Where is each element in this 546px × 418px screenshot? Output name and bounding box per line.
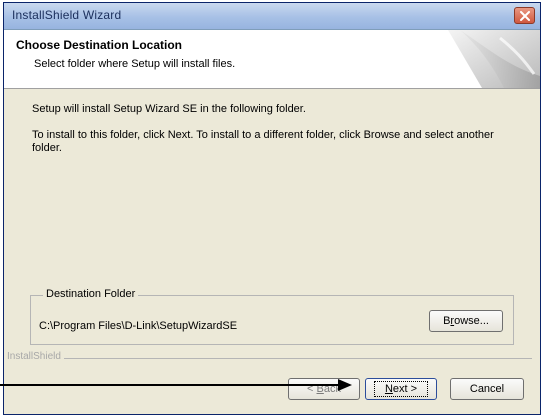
cancel-button[interactable]: Cancel: [450, 378, 524, 400]
installshield-brand: InstallShield: [7, 351, 64, 362]
wizard-content: Setup will install Setup Wizard SE in th…: [4, 89, 540, 345]
wizard-banner-graphic-icon: [448, 30, 540, 88]
destination-folder-group: Destination Folder C:\Program Files\D-Li…: [30, 288, 514, 345]
title-bar[interactable]: InstallShield Wizard: [4, 3, 540, 30]
pointer-arrow-icon: [0, 379, 352, 391]
close-button[interactable]: [514, 7, 535, 24]
next-mnemonic: N: [384, 383, 393, 395]
next-focus-rect: Next >: [373, 381, 429, 397]
instructions-text: To install to this folder, click Next. T…: [32, 129, 494, 154]
next-label-end: ext >: [392, 383, 418, 395]
window-title: InstallShield Wizard: [12, 8, 122, 22]
footer-separator: [62, 358, 532, 359]
page-title: Choose Destination Location: [16, 38, 183, 52]
next-button[interactable]: Next >: [365, 378, 437, 400]
wizard-header: Choose Destination Location Select folde…: [4, 30, 540, 89]
installshield-wizard-window: InstallShield Wizard Choose Destination …: [3, 2, 541, 415]
destination-folder-label: Destination Folder: [43, 288, 139, 300]
browse-button[interactable]: Browse...: [429, 310, 503, 332]
page-subtitle: Select folder where Setup will install f…: [34, 58, 236, 70]
destination-path: C:\Program Files\D-Link\SetupWizardSE: [39, 320, 238, 332]
install-location-text: Setup will install Setup Wizard SE in th…: [32, 103, 306, 115]
close-icon: [520, 11, 530, 21]
browse-label-end: owse...: [454, 315, 489, 327]
